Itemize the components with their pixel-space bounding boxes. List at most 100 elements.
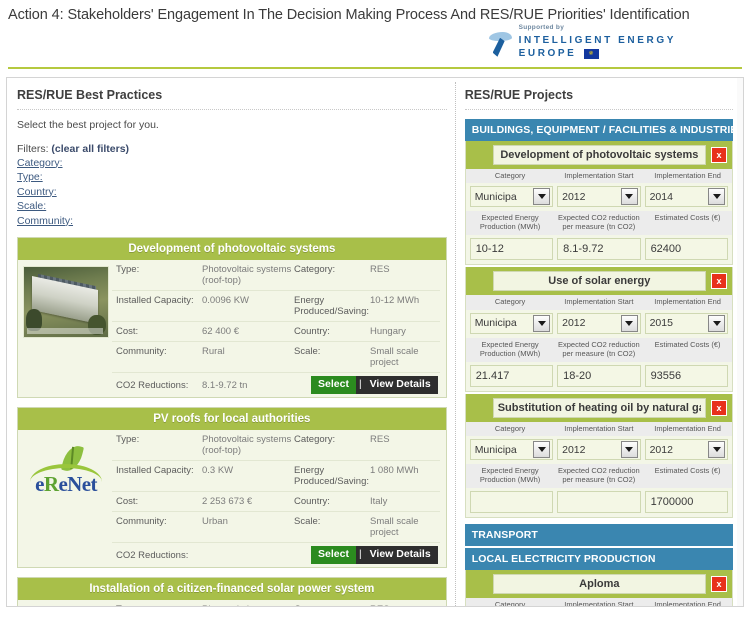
impl-end-select[interactable]: 2012: [644, 439, 728, 461]
value-category: RES: [370, 434, 390, 446]
chevron-down-icon[interactable]: [708, 188, 725, 206]
project-card[interactable]: x Category Implementation Start Implemen…: [464, 140, 733, 266]
label-category: Category: [494, 423, 526, 433]
impl-start-select[interactable]: 2012: [557, 312, 641, 334]
estimated-costs-input[interactable]: [644, 491, 728, 514]
label-impl-end: Implementation End: [654, 170, 721, 180]
project-card[interactable]: x Category Implementation Start Implemen…: [464, 393, 733, 519]
value-category: RES: [370, 264, 390, 276]
best-practice-card[interactable]: Installation of a citizen-financed solar…: [17, 577, 447, 606]
view-details-button[interactable]: View Details: [364, 376, 438, 395]
label-expected-co2: Expected CO2 reduction per measure (tn C…: [557, 466, 640, 485]
impl-start-select[interactable]: 2012: [557, 186, 641, 208]
filter-link-community[interactable]: Community:: [17, 214, 447, 229]
category-select[interactable]: Municipa: [469, 186, 554, 208]
impl-start-select[interactable]: 2012: [557, 439, 641, 461]
value-energy: 1 080 MWh: [370, 465, 419, 477]
section-header-buildings[interactable]: BUILDINGS, EQUIPMENT / FACILITIES & INDU…: [464, 118, 733, 141]
label-impl-end: Implementation End: [654, 297, 721, 307]
label-co2: CO2 Reductions:: [116, 379, 189, 391]
label-impl-end: Implementation End: [654, 423, 721, 433]
project-fields-row2: [466, 235, 732, 264]
page-title: Action 4: Stakeholders' Engagement In Th…: [8, 7, 690, 23]
remove-project-button[interactable]: x: [711, 273, 727, 290]
label-impl-start: Implementation Start: [564, 297, 634, 307]
chevron-down-icon[interactable]: [533, 441, 551, 459]
remove-project-button[interactable]: x: [711, 146, 727, 163]
clear-all-filters-link[interactable]: (clear all filters): [51, 143, 129, 155]
label-installed-capacity: Installed Capacity:: [116, 465, 194, 477]
chevron-down-icon[interactable]: [533, 314, 551, 332]
project-name-input[interactable]: [492, 144, 706, 165]
impl-start-value: 2012: [562, 443, 586, 456]
project-header: x: [465, 267, 732, 296]
value-community: Urban: [202, 516, 228, 528]
section-header-transport[interactable]: TRANSPORT: [464, 524, 733, 547]
table-row: Cost: 62 400 € Country: Hungary: [112, 322, 440, 343]
chevron-down-icon[interactable]: [620, 188, 638, 206]
action-separator: |: [355, 376, 365, 395]
label-expected-co2: Expected CO2 reduction per measure (tn C…: [557, 339, 640, 358]
select-button[interactable]: Select: [311, 546, 356, 565]
expected-co2-input[interactable]: [557, 491, 641, 514]
remove-project-button[interactable]: x: [711, 399, 727, 416]
filter-link-scale[interactable]: Scale:: [17, 199, 447, 214]
impl-end-select[interactable]: 2015: [644, 312, 728, 334]
impl-start-value: 2012: [562, 317, 586, 330]
label-type: Type:: [116, 264, 140, 276]
view-details-button[interactable]: View Details: [364, 546, 438, 565]
estimated-costs-input[interactable]: [644, 238, 728, 261]
project-field-labels-row1: Category Implementation Start Implementa…: [465, 598, 732, 606]
value-cost: 2 253 673 €: [202, 496, 253, 508]
building-photo-icon: [23, 266, 109, 339]
expected-energy-input[interactable]: [469, 364, 554, 387]
chevron-down-icon[interactable]: [620, 314, 638, 332]
expected-co2-input[interactable]: [557, 364, 641, 387]
filter-link-type[interactable]: Type:: [17, 170, 447, 185]
remove-project-button[interactable]: x: [711, 576, 727, 593]
value-co2: 8.1-9.72 tn: [202, 379, 248, 391]
vertical-scrollbar[interactable]: [737, 77, 743, 606]
page-root: Action 4: Stakeholders' Engagement In Th…: [0, 0, 750, 617]
project-name-input[interactable]: [492, 574, 706, 595]
chevron-down-icon[interactable]: [708, 441, 725, 459]
project-card[interactable]: x Category Implementation Start Implemen…: [464, 570, 733, 606]
card-thumbnail: eReNet: [18, 600, 110, 605]
value-type: Photovoltaic systems (roof-top): [202, 264, 292, 287]
project-name-input[interactable]: [492, 271, 706, 292]
impl-end-value: 2012: [649, 443, 673, 456]
projects-title: RES/RUE Projects: [464, 88, 733, 110]
category-select[interactable]: Municipa: [469, 312, 554, 334]
impl-end-select[interactable]: 2014: [644, 186, 728, 208]
chevron-down-icon[interactable]: [533, 188, 551, 206]
expected-energy-input[interactable]: [469, 491, 554, 514]
project-field-labels-row2: Expected Energy Production (MWh) Expecte…: [465, 337, 732, 362]
chevron-down-icon[interactable]: [708, 314, 725, 332]
table-row: Type: Photovoltaic systems (roof-top) Ca…: [112, 600, 440, 605]
main-frame: RES/RUE Best Practices Select the best p…: [6, 76, 744, 607]
filter-link-country[interactable]: Country:: [17, 185, 447, 200]
label-category: Category:: [294, 264, 336, 276]
category-select[interactable]: Municipa: [469, 439, 554, 461]
select-button[interactable]: Select: [311, 376, 356, 395]
expected-energy-input[interactable]: [469, 238, 554, 261]
estimated-costs-input[interactable]: [644, 364, 728, 387]
expected-co2-input[interactable]: [557, 238, 641, 261]
best-practices-title: RES/RUE Best Practices: [17, 88, 447, 110]
card-thumbnail: eReNet: [18, 430, 110, 567]
intelligent-energy-europe-logo: Supported by INTELLIGENT ENERGY EUROPE: [488, 24, 676, 61]
best-practice-card[interactable]: Development of photovoltaic systems Type…: [17, 237, 447, 399]
section-header-local-electricity[interactable]: LOCAL ELECTRICITY PRODUCTION: [464, 548, 733, 571]
project-field-labels-row1: Category Implementation Start Implementa…: [465, 168, 732, 184]
project-card[interactable]: x Category Implementation Start Implemen…: [464, 267, 733, 392]
project-name-input[interactable]: [492, 397, 706, 418]
value-installed-capacity: 0.3 KW: [202, 465, 234, 477]
filter-link-category[interactable]: Category:: [17, 156, 447, 171]
best-practice-card[interactable]: PV roofs for local authorities eReNet Ty…: [17, 407, 447, 569]
card-details-table: Type: Photovoltaic systems (roof-top) Ca…: [110, 260, 446, 397]
label-scale: Scale:: [294, 516, 321, 528]
category-value: Municipa: [474, 190, 517, 203]
project-fields-row2: [466, 362, 732, 391]
chevron-down-icon[interactable]: [620, 441, 638, 459]
card-title: PV roofs for local authorities: [18, 408, 446, 431]
